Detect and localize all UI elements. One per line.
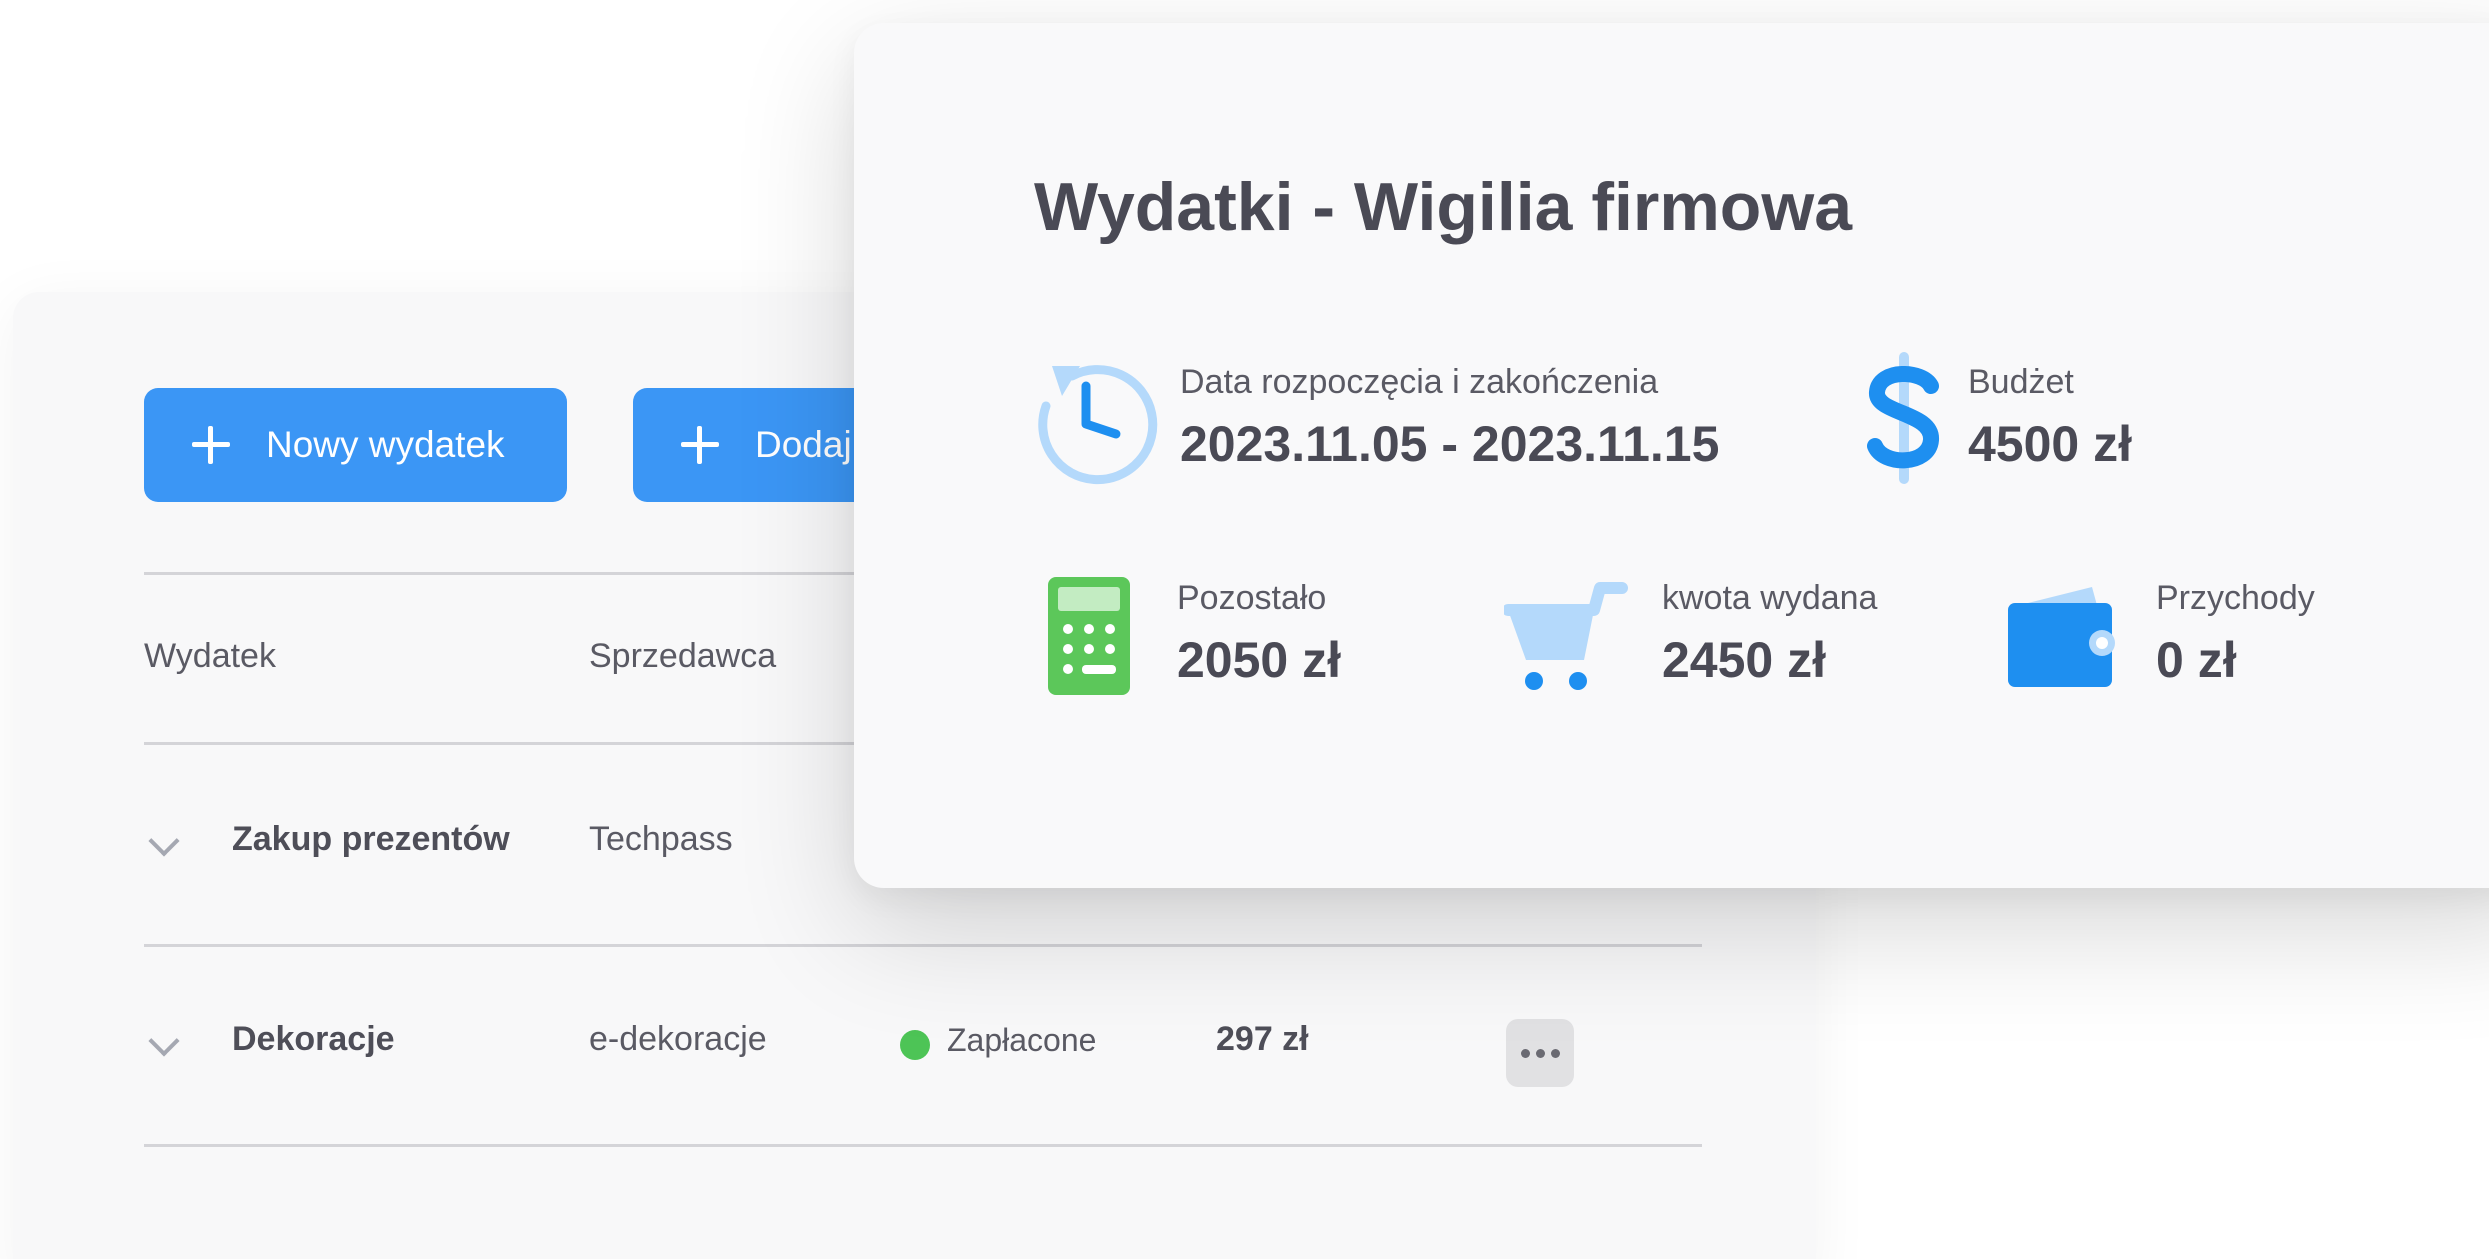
new-expense-label: Nowy wydatek — [266, 424, 505, 465]
new-expense-button[interactable]: Nowy wydatek — [144, 388, 567, 502]
income-label: Przychody — [2156, 579, 2315, 617]
app-stage: Nowy wydatek Dodaj Wydatek Sprzedawca Za… — [0, 0, 2489, 1259]
table-divider — [144, 944, 1702, 947]
expense-summary-card: Wydatki - Wigilia firmowa Data rozpoczęc… — [854, 23, 2489, 888]
row-vendor: Techpass — [589, 820, 733, 858]
status-paid-dot — [900, 1030, 930, 1060]
card-title: Wydatki - Wigilia firmowa — [1034, 169, 1853, 245]
spent-label: kwota wydana — [1662, 579, 1878, 617]
dot — [1520, 1048, 1530, 1058]
chevron-down-icon[interactable] — [148, 825, 180, 857]
dates-label: Data rozpoczęcia i zakończenia — [1180, 363, 1659, 401]
more-options-button[interactable] — [1506, 1019, 1574, 1087]
spent-value: 2450 zł — [1662, 632, 1827, 688]
plus-icon — [681, 426, 719, 464]
income-value: 0 zł — [2156, 632, 2237, 688]
wallet-icon — [2008, 587, 2115, 687]
cart-icon — [1504, 582, 1628, 690]
remaining-label: Pozostało — [1177, 579, 1327, 617]
status-badge: Zapłacone — [947, 1022, 1097, 1058]
budget-value: 4500 zł — [1968, 416, 2133, 472]
row-vendor: e-dekoracje — [589, 1020, 767, 1058]
column-header-expense: Wydatek — [144, 637, 276, 675]
add-label: Dodaj — [755, 424, 852, 465]
column-header-vendor: Sprzedawca — [589, 637, 777, 675]
remaining-value: 2050 zł — [1177, 632, 1342, 688]
chevron-down-icon[interactable] — [148, 1025, 180, 1057]
dates-value: 2023.11.05 - 2023.11.15 — [1180, 416, 1720, 472]
row-amount: 297 zł — [1216, 1020, 1309, 1058]
row-expense-name: Zakup prezentów — [232, 820, 510, 858]
calculator-icon — [1048, 577, 1130, 695]
plus-icon — [192, 426, 230, 464]
row-expense-name: Dekoracje — [232, 1020, 395, 1058]
dot — [1550, 1048, 1560, 1058]
clock-history-icon — [1038, 365, 1158, 485]
dollar-icon — [1867, 352, 1939, 484]
budget-label: Budżet — [1968, 363, 2074, 401]
table-divider — [144, 1144, 1702, 1147]
dot — [1535, 1048, 1545, 1058]
